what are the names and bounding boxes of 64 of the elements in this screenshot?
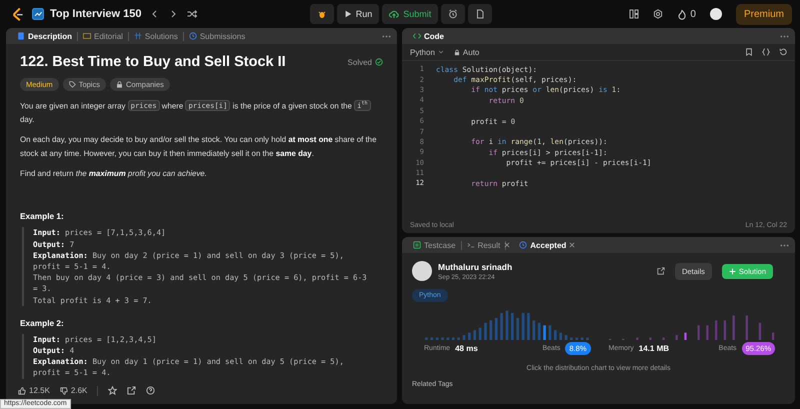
panel-title: Code [408,32,449,40]
auto-mode-button[interactable]: Auto [454,48,480,56]
panel-tab[interactable]: Editorial [78,32,129,40]
chevron-down-icon [438,49,444,55]
lock-icon [454,48,460,56]
panel-tab[interactable]: Submissions [184,32,250,40]
code-icon [413,32,421,40]
example-heading: Example 1: [20,211,65,222]
panel-tab[interactable]: Accepted [514,240,572,250]
debug-button[interactable] [310,4,334,24]
star-icon[interactable] [108,386,118,395]
close-icon[interactable] [569,242,576,248]
share-icon[interactable] [656,267,665,275]
document-icon [17,32,25,40]
play-icon [344,10,352,18]
stat-value: 48 ms [455,344,478,353]
more-icon[interactable] [780,244,789,246]
plus-icon [728,268,736,274]
premium-button[interactable]: Premium [736,4,792,24]
dislike-button[interactable]: 2.6K [60,386,88,395]
reset-icon[interactable] [779,48,787,56]
language-select[interactable]: Python [410,48,444,56]
note-icon[interactable] [475,9,486,19]
lock-icon [116,81,123,88]
solved-label: Solved [348,58,372,66]
check-circle-icon [375,58,383,66]
thumbs-up-icon [18,386,26,394]
panel-tab[interactable]: Testcase [408,240,462,250]
problem-title: 122. Best Time to Buy and Sell Stock II [20,54,286,70]
example-heading: Example 2: [20,318,65,328]
user-name: Muthaluru srinadh [438,262,512,272]
clock-icon [188,32,197,40]
user-avatar [412,261,432,281]
problem-list-button[interactable]: Top Interview 150 [32,8,142,20]
panel-tab[interactable]: Result [462,240,506,250]
bookmark-icon[interactable] [745,48,753,56]
logo-icon[interactable] [10,6,24,22]
bug-icon [316,9,327,19]
help-icon[interactable] [146,386,156,395]
grid-layout-icon[interactable] [629,9,640,19]
close-icon[interactable] [504,242,510,248]
like-button[interactable]: 12.5K [18,386,50,395]
braces-icon[interactable] [762,48,770,56]
streak-count: 0 [690,8,696,20]
settings-icon[interactable] [653,9,664,19]
clock-icon [519,241,528,249]
checklist-icon [413,241,421,249]
tag-icon [68,81,76,88]
thumbs-down-icon [60,386,68,394]
cloud-upload-icon [389,9,400,19]
alarm-clock-icon[interactable] [448,9,458,19]
more-icon[interactable] [780,34,789,38]
more-icon[interactable] [382,34,391,38]
stat-value: 14.1 MB [638,344,670,353]
panel-tab[interactable]: Solutions [128,32,184,40]
chevron-left-icon[interactable] [150,9,160,19]
shuffle-icon[interactable] [186,9,198,19]
avatar[interactable] [710,8,722,20]
terminal-icon [466,241,475,249]
panel-tab[interactable]: Description [12,32,78,40]
flame-icon [677,8,688,20]
run-button[interactable]: Run [336,4,380,24]
submit-button[interactable]: Submit [382,4,438,24]
share-icon[interactable] [127,386,136,395]
